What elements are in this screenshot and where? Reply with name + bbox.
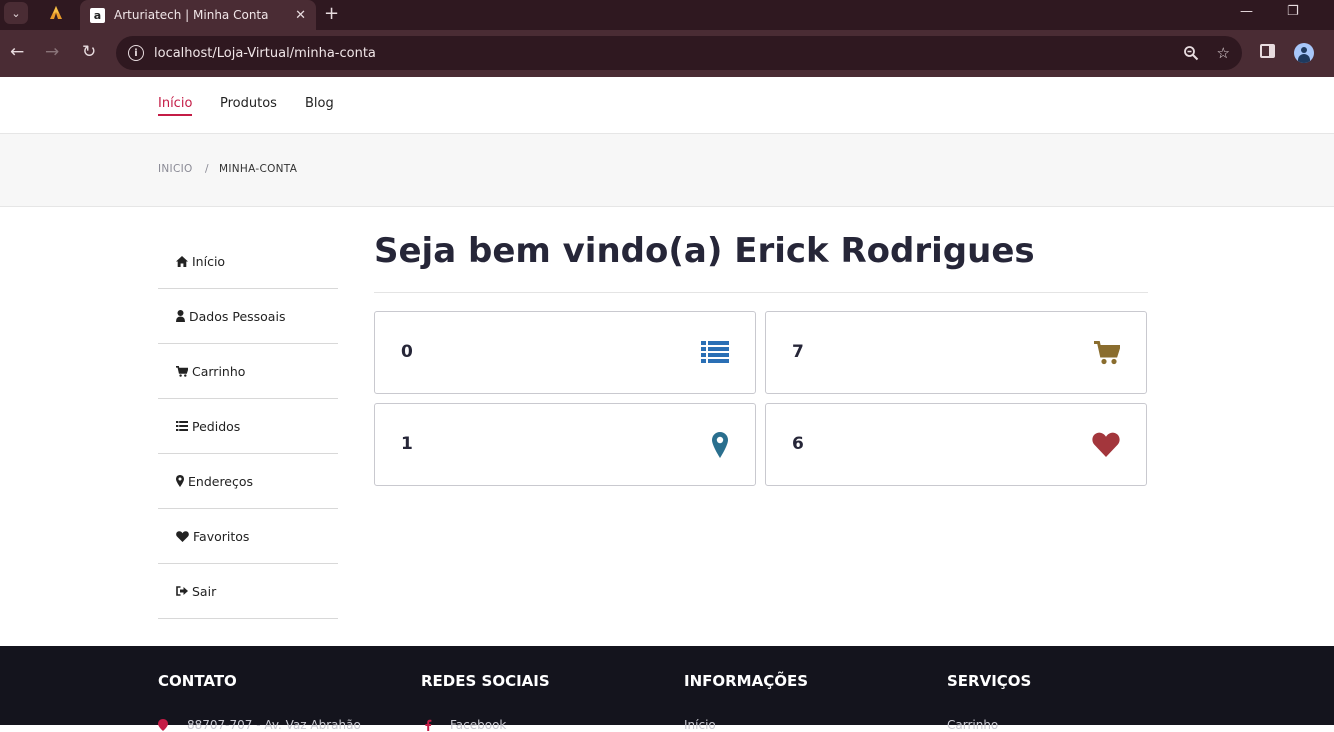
pinned-tab[interactable]: [40, 2, 72, 24]
addresses-count-card[interactable]: 1: [374, 403, 756, 486]
pinned-tab-favicon-icon: [50, 6, 62, 19]
footer-link-facebook[interactable]: Facebook: [450, 718, 506, 732]
user-icon: [176, 310, 185, 322]
cart-count-card[interactable]: 7: [765, 311, 1147, 394]
side-panel-icon[interactable]: [1260, 44, 1275, 58]
favorites-count-card[interactable]: 6: [765, 403, 1147, 486]
sidebar-item-favoritos[interactable]: Favoritos: [158, 509, 338, 564]
tab-search-chevron-icon[interactable]: ⌄: [4, 2, 28, 24]
zoom-icon[interactable]: [1183, 45, 1199, 61]
footer-heading-informacoes: INFORMAÇÕES: [684, 672, 809, 690]
sidebar-item-enderecos[interactable]: Endereços: [158, 454, 338, 509]
footer-contact-address: 88707-707 - Av. Vaz Abrahão: [187, 718, 361, 732]
sidebar-item-sair[interactable]: Sair: [158, 564, 338, 619]
forward-arrow-icon[interactable]: →: [45, 42, 59, 62]
card-value: 0: [401, 342, 413, 362]
browser-toolbar: ← → ↻ i localhost/Loja-Virtual/minha-con…: [0, 30, 1334, 77]
sidebar-item-pedidos[interactable]: Pedidos: [158, 399, 338, 454]
sidebar-item-inicio[interactable]: Início: [158, 234, 338, 289]
minimize-icon[interactable]: —: [1240, 4, 1253, 19]
bookmark-star-icon[interactable]: ☆: [1217, 44, 1230, 62]
home-icon: [176, 255, 188, 267]
footer-heading-redes-sociais: REDES SOCIAIS: [421, 672, 550, 690]
card-value: 6: [792, 434, 804, 454]
profile-avatar-icon[interactable]: [1294, 43, 1314, 63]
sidebar-item-label: Pedidos: [192, 418, 241, 434]
list-icon: [701, 341, 729, 363]
heart-icon: [1092, 432, 1120, 457]
facebook-icon: [425, 719, 432, 731]
nav-link-blog[interactable]: Blog: [305, 96, 334, 111]
tab-close-icon[interactable]: ✕: [295, 8, 306, 23]
sidebar-item-label: Endereços: [188, 473, 254, 489]
heading-divider: [374, 292, 1148, 293]
account-sidebar: Início Dados Pessoais Carrinho Pedidos E…: [158, 234, 338, 619]
browser-tab-bar: ⌄ a Arturiatech | Minha Conta ✕ + — ❐: [0, 0, 1334, 30]
breadcrumb: INICIO / MINHA-CONTA: [0, 134, 1334, 207]
site-info-icon[interactable]: i: [128, 45, 144, 61]
map-marker-icon: [712, 432, 728, 458]
breadcrumb-home[interactable]: INICIO: [158, 163, 193, 175]
sidebar-item-label: Dados Pessoais: [189, 308, 286, 324]
site-footer: CONTATO REDES SOCIAIS INFORMAÇÕES SERVIÇ…: [0, 646, 1334, 732]
list-icon: [176, 421, 188, 431]
nav-link-produtos[interactable]: Produtos: [220, 96, 277, 111]
cart-icon: [176, 365, 188, 377]
cart-icon: [1094, 341, 1120, 365]
location-pin-icon: [158, 719, 168, 731]
sign-out-icon: [176, 586, 188, 596]
card-value: 1: [401, 434, 413, 454]
nav-link-inicio[interactable]: Início: [158, 96, 193, 116]
sidebar-item-label: Carrinho: [192, 363, 246, 379]
sidebar-item-label: Início: [192, 253, 226, 269]
footer-link-inicio[interactable]: Início: [684, 718, 716, 732]
url-text[interactable]: localhost/Loja-Virtual/minha-conta: [154, 46, 1165, 61]
sidebar-item-label: Sair: [192, 583, 217, 599]
reload-icon[interactable]: ↻: [82, 42, 96, 62]
tab-title: Arturiatech | Minha Conta: [114, 8, 269, 22]
footer-heading-servicos: SERVIÇOS: [947, 672, 1032, 690]
new-tab-icon[interactable]: +: [324, 3, 339, 24]
sidebar-item-label: Favoritos: [193, 528, 250, 544]
breadcrumb-separator: /: [205, 163, 209, 175]
footer-link-carrinho[interactable]: Carrinho: [947, 718, 998, 732]
active-tab[interactable]: a Arturiatech | Minha Conta ✕: [80, 0, 316, 30]
back-arrow-icon[interactable]: ←: [10, 42, 24, 62]
sidebar-item-dados-pessoais[interactable]: Dados Pessoais: [158, 289, 338, 344]
heart-icon: [176, 530, 189, 542]
breadcrumb-current: MINHA-CONTA: [219, 163, 298, 175]
restore-icon[interactable]: ❐: [1287, 4, 1299, 19]
sidebar-item-carrinho[interactable]: Carrinho: [158, 344, 338, 399]
map-marker-icon: [176, 475, 184, 487]
card-value: 7: [792, 342, 804, 362]
address-bar[interactable]: i localhost/Loja-Virtual/minha-conta ☆: [116, 36, 1242, 70]
footer-heading-contato: CONTATO: [158, 672, 237, 690]
site-nav: Início Produtos Blog: [0, 77, 1334, 134]
orders-count-card[interactable]: 0: [374, 311, 756, 394]
welcome-heading: Seja bem vindo(a) Erick Rodrigues: [374, 231, 1035, 271]
site-favicon-icon: a: [90, 7, 105, 23]
